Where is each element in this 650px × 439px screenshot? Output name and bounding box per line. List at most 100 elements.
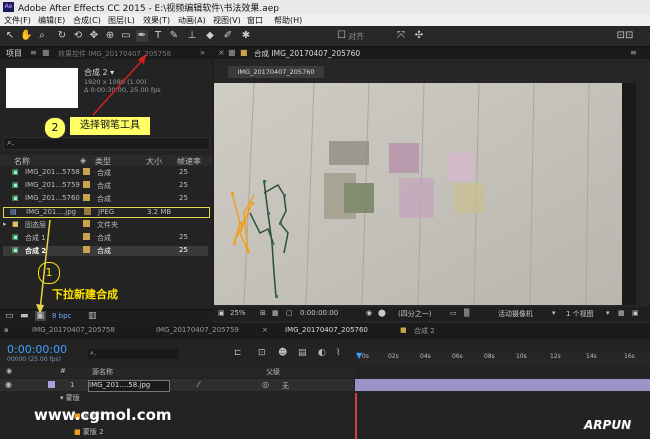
project-search-input[interactable]: ⌕. — [3, 137, 210, 150]
label-icon[interactable]: ◈ — [80, 156, 86, 165]
pickwhip-icon[interactable]: ◎ — [262, 380, 269, 389]
menu-animation[interactable]: 动画(A) — [178, 15, 206, 26]
layer-row[interactable]: ◉ 1 IMG_201....58.jpg ⁄ ◎ 无 — [0, 379, 354, 392]
menu-view[interactable]: 视图(V) — [213, 15, 241, 26]
pen-icon[interactable]: ✒ — [136, 30, 148, 42]
eye-icon[interactable]: ◉ — [5, 380, 12, 389]
channel-icon[interactable]: ⬤ — [378, 309, 386, 319]
time-ruler[interactable]: ▼ 0s 02s 04s 06s 08s 10s 12s 14s 16s — [354, 351, 650, 365]
eraser-icon[interactable]: ◆ — [204, 30, 216, 42]
rotate-icon[interactable]: ↻ — [56, 30, 68, 42]
anchor-icon[interactable]: ✣ — [413, 30, 425, 42]
menu-window[interactable]: 窗口 — [247, 15, 263, 26]
menu-layer[interactable]: 图层(L) — [108, 15, 135, 26]
col-parent[interactable]: 父级 — [266, 367, 280, 377]
comp-mini-flowchart-icon[interactable]: ⊏ — [234, 348, 242, 358]
toggle-view-icon[interactable]: ▦ — [618, 309, 625, 319]
col-source-name[interactable]: 源名称 — [92, 367, 113, 377]
snapshot-icon[interactable]: ◉ — [366, 309, 372, 319]
motion-blur-icon[interactable]: ◐ — [318, 348, 326, 358]
trash-icon[interactable]: ▥ — [88, 311, 97, 321]
frame-icon[interactable]: ▢ — [286, 309, 293, 319]
tools-toolbar: ↖ ✋ ⌕ ↻ ⟲ ✥ ⊕ ▭ ✒ T ✎ ⊥ ◆ ✐ ✱ ☐ 对齐 ⤧ ✣ ⊡… — [0, 26, 650, 47]
annotation-arrow-1 — [36, 219, 51, 314]
interpret-footage-icon[interactable]: ▭ — [5, 311, 14, 321]
tab-timeline-5759[interactable]: IMG_20170407_205759 — [156, 326, 239, 334]
grid-icon[interactable]: ▣ — [218, 309, 225, 319]
playhead-line[interactable] — [355, 393, 357, 439]
tab-composition[interactable]: 合成 IMG_20170407_205760 — [254, 48, 360, 59]
menu-help[interactable]: 帮助(H) — [274, 15, 302, 26]
draft-3d-icon[interactable]: ⊡ — [258, 348, 266, 358]
expand-icon[interactable]: ▸ — [3, 220, 7, 228]
col-size[interactable]: 大小 — [146, 156, 162, 167]
hand-icon[interactable]: ✋ — [20, 30, 32, 42]
col-name[interactable]: 名称 — [14, 156, 30, 167]
pan-behind-2-icon[interactable]: ⊕ — [104, 30, 116, 42]
project-item[interactable]: ▣ IMG_201...5758 合成 25 — [3, 168, 208, 178]
fit-icon[interactable]: ▦ — [272, 309, 279, 319]
close-icon[interactable]: ≡ — [30, 48, 37, 57]
menu-file[interactable]: 文件(F) — [4, 15, 31, 26]
layer-switch-icon[interactable]: ⁄ — [198, 380, 199, 389]
zoom-dropdown[interactable]: 25% — [230, 309, 246, 319]
lock-icon[interactable]: ■ — [42, 48, 50, 57]
safe-zones-icon[interactable]: ⊞ — [260, 309, 266, 319]
roi-icon[interactable]: ▭ — [450, 309, 457, 319]
visibility-icon: ◉ — [6, 367, 13, 375]
chevron-down-icon[interactable]: ▾ — [552, 309, 556, 319]
masks-group[interactable]: ▾ 蒙版 — [60, 393, 80, 403]
views-dropdown[interactable]: 1 个视图 — [566, 309, 594, 319]
timeline-timecode[interactable]: 0:00:00:00 — [7, 343, 67, 356]
transparency-icon[interactable]: ▒ — [464, 309, 469, 319]
workspace-icon[interactable]: ⊡⊡ — [615, 30, 635, 42]
tab-timeline-5758[interactable]: IMG_20170407_205758 — [32, 326, 115, 334]
mask-2-row[interactable]: ■ 蒙版 2 — [74, 427, 104, 437]
menu-effect[interactable]: 效果(T) — [143, 15, 170, 26]
project-item[interactable]: ▣ IMG_201...5760 合成 25 — [3, 194, 208, 204]
rectangle-icon[interactable]: ▭ — [120, 30, 132, 42]
layer-duration-bar[interactable] — [355, 379, 650, 391]
roto-brush-icon[interactable]: ✐ — [222, 30, 234, 42]
pan-behind-icon[interactable]: ✥ — [88, 30, 100, 42]
timeline-search-input[interactable]: ⌕. — [88, 349, 178, 359]
snap-options-icon[interactable]: ⤧ — [395, 30, 407, 42]
col-layer-number: # — [60, 367, 66, 375]
viewer-timecode[interactable]: 0:00:00:00 — [300, 309, 338, 319]
graph-editor-icon[interactable]: ⌇ — [336, 348, 340, 358]
reset-exposure-icon[interactable]: ▣ — [632, 309, 639, 319]
project-item-selected[interactable]: ▤ IMG_201....jpg JPEG 3.2 MB — [3, 207, 210, 218]
comp-subtab[interactable]: IMG_20170407_205760 — [228, 66, 324, 78]
parent-dropdown[interactable]: 无 — [282, 381, 289, 391]
snap-checkbox[interactable]: ☐ — [337, 30, 346, 42]
label-swatch — [83, 220, 90, 229]
puppet-pin-icon[interactable]: ✱ — [240, 30, 252, 42]
layer-label-swatch[interactable] — [48, 381, 55, 388]
col-type[interactable]: 类型 — [95, 156, 111, 167]
selection-icon[interactable]: ↖ — [4, 30, 16, 42]
tab-timeline-comp2[interactable]: 合成 2 — [414, 326, 435, 336]
lock-icon[interactable]: ■ — [228, 48, 236, 57]
camera-dropdown[interactable]: 活动摄像机 — [498, 309, 533, 319]
tab-project[interactable]: 项目 — [6, 48, 22, 59]
layer-name[interactable]: IMG_201....58.jpg — [88, 380, 170, 392]
panel-menu-icon[interactable]: ≡ — [630, 48, 637, 57]
shy-icon[interactable]: ☻ — [278, 348, 287, 358]
menu-edit[interactable]: 编辑(E) — [38, 15, 65, 26]
resolution-dropdown[interactable]: (四分之一) — [398, 309, 431, 319]
col-fps[interactable]: 帧速率 — [177, 156, 201, 167]
panel-menu-icon[interactable]: » — [200, 48, 205, 57]
menu-composition[interactable]: 合成(C) — [73, 15, 101, 26]
zoom-icon[interactable]: ⌕ — [36, 30, 48, 42]
composition-viewer[interactable] — [214, 83, 636, 305]
project-item[interactable]: ▣ IMG_201...5759 合成 25 — [3, 181, 208, 191]
clone-stamp-icon[interactable]: ⊥ — [186, 30, 198, 42]
frame-blending-icon[interactable]: ▤ — [298, 348, 307, 358]
camera-orbit-icon[interactable]: ⟲ — [72, 30, 84, 42]
tab-timeline-5760[interactable]: IMG_20170407_205760 — [285, 326, 368, 334]
chevron-down-icon[interactable]: ▾ — [606, 309, 610, 319]
brush-icon[interactable]: ✎ — [168, 30, 180, 42]
close-icon[interactable]: × — [218, 48, 225, 57]
close-icon[interactable]: × — [262, 326, 268, 334]
type-icon[interactable]: T — [152, 30, 164, 42]
